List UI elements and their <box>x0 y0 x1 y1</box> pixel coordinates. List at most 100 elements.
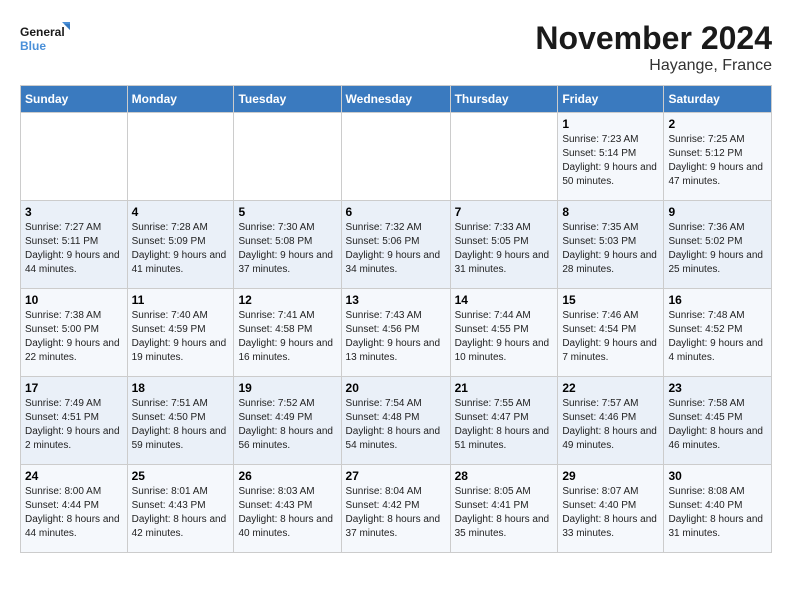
day-number: 29 <box>562 469 659 483</box>
header-monday: Monday <box>127 86 234 113</box>
day-number: 8 <box>562 205 659 219</box>
table-row: 11 Sunrise: 7:40 AMSunset: 4:59 PMDaylig… <box>127 289 234 377</box>
day-number: 3 <box>25 205 123 219</box>
table-row: 18 Sunrise: 7:51 AMSunset: 4:50 PMDaylig… <box>127 377 234 465</box>
day-info: Sunrise: 7:43 AMSunset: 4:56 PMDaylight:… <box>346 309 446 365</box>
day-number: 7 <box>455 205 554 219</box>
day-number: 5 <box>238 205 336 219</box>
day-info: Sunrise: 7:25 AMSunset: 5:12 PMDaylight:… <box>668 133 767 189</box>
table-row: 25 Sunrise: 8:01 AMSunset: 4:43 PMDaylig… <box>127 465 234 553</box>
svg-text:Blue: Blue <box>20 39 46 53</box>
location-title: Hayange, France <box>535 57 772 75</box>
header-tuesday: Tuesday <box>234 86 341 113</box>
day-number: 30 <box>668 469 767 483</box>
day-info: Sunrise: 7:44 AMSunset: 4:55 PMDaylight:… <box>455 309 554 365</box>
table-row: 16 Sunrise: 7:48 AMSunset: 4:52 PMDaylig… <box>664 289 772 377</box>
day-info: Sunrise: 7:49 AMSunset: 4:51 PMDaylight:… <box>25 397 123 453</box>
day-info: Sunrise: 8:07 AMSunset: 4:40 PMDaylight:… <box>562 485 659 541</box>
day-info: Sunrise: 7:32 AMSunset: 5:06 PMDaylight:… <box>346 221 446 277</box>
day-info: Sunrise: 7:33 AMSunset: 5:05 PMDaylight:… <box>455 221 554 277</box>
day-number: 23 <box>668 381 767 395</box>
day-info: Sunrise: 7:54 AMSunset: 4:48 PMDaylight:… <box>346 397 446 453</box>
day-number: 25 <box>132 469 230 483</box>
table-row: 21 Sunrise: 7:55 AMSunset: 4:47 PMDaylig… <box>450 377 558 465</box>
calendar-table: Sunday Monday Tuesday Wednesday Thursday… <box>20 85 772 553</box>
day-number: 11 <box>132 293 230 307</box>
table-row: 17 Sunrise: 7:49 AMSunset: 4:51 PMDaylig… <box>21 377 128 465</box>
day-info: Sunrise: 8:00 AMSunset: 4:44 PMDaylight:… <box>25 485 123 541</box>
day-number: 16 <box>668 293 767 307</box>
table-row: 6 Sunrise: 7:32 AMSunset: 5:06 PMDayligh… <box>341 201 450 289</box>
table-row: 12 Sunrise: 7:41 AMSunset: 4:58 PMDaylig… <box>234 289 341 377</box>
day-info: Sunrise: 7:58 AMSunset: 4:45 PMDaylight:… <box>668 397 767 453</box>
table-row <box>21 113 128 201</box>
day-info: Sunrise: 7:36 AMSunset: 5:02 PMDaylight:… <box>668 221 767 277</box>
table-row <box>341 113 450 201</box>
logo: General Blue <box>20 20 70 60</box>
table-row: 19 Sunrise: 7:52 AMSunset: 4:49 PMDaylig… <box>234 377 341 465</box>
day-number: 21 <box>455 381 554 395</box>
table-row <box>450 113 558 201</box>
day-number: 9 <box>668 205 767 219</box>
day-number: 12 <box>238 293 336 307</box>
day-number: 15 <box>562 293 659 307</box>
header-wednesday: Wednesday <box>341 86 450 113</box>
table-row: 1 Sunrise: 7:23 AMSunset: 5:14 PMDayligh… <box>558 113 664 201</box>
day-info: Sunrise: 7:38 AMSunset: 5:00 PMDaylight:… <box>25 309 123 365</box>
day-info: Sunrise: 7:30 AMSunset: 5:08 PMDaylight:… <box>238 221 336 277</box>
header-friday: Friday <box>558 86 664 113</box>
day-number: 14 <box>455 293 554 307</box>
table-row: 13 Sunrise: 7:43 AMSunset: 4:56 PMDaylig… <box>341 289 450 377</box>
table-row: 14 Sunrise: 7:44 AMSunset: 4:55 PMDaylig… <box>450 289 558 377</box>
page-header: General Blue November 2024 Hayange, Fran… <box>20 20 772 75</box>
day-number: 26 <box>238 469 336 483</box>
day-info: Sunrise: 7:28 AMSunset: 5:09 PMDaylight:… <box>132 221 230 277</box>
table-row: 5 Sunrise: 7:30 AMSunset: 5:08 PMDayligh… <box>234 201 341 289</box>
header-saturday: Saturday <box>664 86 772 113</box>
day-info: Sunrise: 7:35 AMSunset: 5:03 PMDaylight:… <box>562 221 659 277</box>
day-number: 18 <box>132 381 230 395</box>
table-row: 9 Sunrise: 7:36 AMSunset: 5:02 PMDayligh… <box>664 201 772 289</box>
day-info: Sunrise: 8:01 AMSunset: 4:43 PMDaylight:… <box>132 485 230 541</box>
day-info: Sunrise: 7:41 AMSunset: 4:58 PMDaylight:… <box>238 309 336 365</box>
day-number: 6 <box>346 205 446 219</box>
day-info: Sunrise: 7:46 AMSunset: 4:54 PMDaylight:… <box>562 309 659 365</box>
table-row: 10 Sunrise: 7:38 AMSunset: 5:00 PMDaylig… <box>21 289 128 377</box>
calendar-body: 1 Sunrise: 7:23 AMSunset: 5:14 PMDayligh… <box>21 113 772 553</box>
table-row <box>127 113 234 201</box>
day-info: Sunrise: 7:52 AMSunset: 4:49 PMDaylight:… <box>238 397 336 453</box>
header-thursday: Thursday <box>450 86 558 113</box>
day-info: Sunrise: 7:23 AMSunset: 5:14 PMDaylight:… <box>562 133 659 189</box>
day-number: 24 <box>25 469 123 483</box>
day-info: Sunrise: 8:03 AMSunset: 4:43 PMDaylight:… <box>238 485 336 541</box>
table-row: 8 Sunrise: 7:35 AMSunset: 5:03 PMDayligh… <box>558 201 664 289</box>
title-block: November 2024 Hayange, France <box>535 20 772 75</box>
day-info: Sunrise: 7:55 AMSunset: 4:47 PMDaylight:… <box>455 397 554 453</box>
table-row: 23 Sunrise: 7:58 AMSunset: 4:45 PMDaylig… <box>664 377 772 465</box>
day-number: 19 <box>238 381 336 395</box>
day-number: 2 <box>668 117 767 131</box>
table-row: 26 Sunrise: 8:03 AMSunset: 4:43 PMDaylig… <box>234 465 341 553</box>
day-number: 13 <box>346 293 446 307</box>
day-info: Sunrise: 7:40 AMSunset: 4:59 PMDaylight:… <box>132 309 230 365</box>
table-row: 29 Sunrise: 8:07 AMSunset: 4:40 PMDaylig… <box>558 465 664 553</box>
table-row: 15 Sunrise: 7:46 AMSunset: 4:54 PMDaylig… <box>558 289 664 377</box>
table-row <box>234 113 341 201</box>
day-number: 20 <box>346 381 446 395</box>
day-info: Sunrise: 7:51 AMSunset: 4:50 PMDaylight:… <box>132 397 230 453</box>
table-row: 20 Sunrise: 7:54 AMSunset: 4:48 PMDaylig… <box>341 377 450 465</box>
table-row: 7 Sunrise: 7:33 AMSunset: 5:05 PMDayligh… <box>450 201 558 289</box>
table-row: 2 Sunrise: 7:25 AMSunset: 5:12 PMDayligh… <box>664 113 772 201</box>
table-row: 28 Sunrise: 8:05 AMSunset: 4:41 PMDaylig… <box>450 465 558 553</box>
table-row: 27 Sunrise: 8:04 AMSunset: 4:42 PMDaylig… <box>341 465 450 553</box>
day-number: 27 <box>346 469 446 483</box>
day-number: 1 <box>562 117 659 131</box>
day-number: 17 <box>25 381 123 395</box>
day-info: Sunrise: 8:04 AMSunset: 4:42 PMDaylight:… <box>346 485 446 541</box>
day-info: Sunrise: 7:48 AMSunset: 4:52 PMDaylight:… <box>668 309 767 365</box>
day-number: 22 <box>562 381 659 395</box>
table-row: 4 Sunrise: 7:28 AMSunset: 5:09 PMDayligh… <box>127 201 234 289</box>
logo-svg: General Blue <box>20 20 70 60</box>
day-number: 28 <box>455 469 554 483</box>
svg-text:General: General <box>20 25 65 39</box>
